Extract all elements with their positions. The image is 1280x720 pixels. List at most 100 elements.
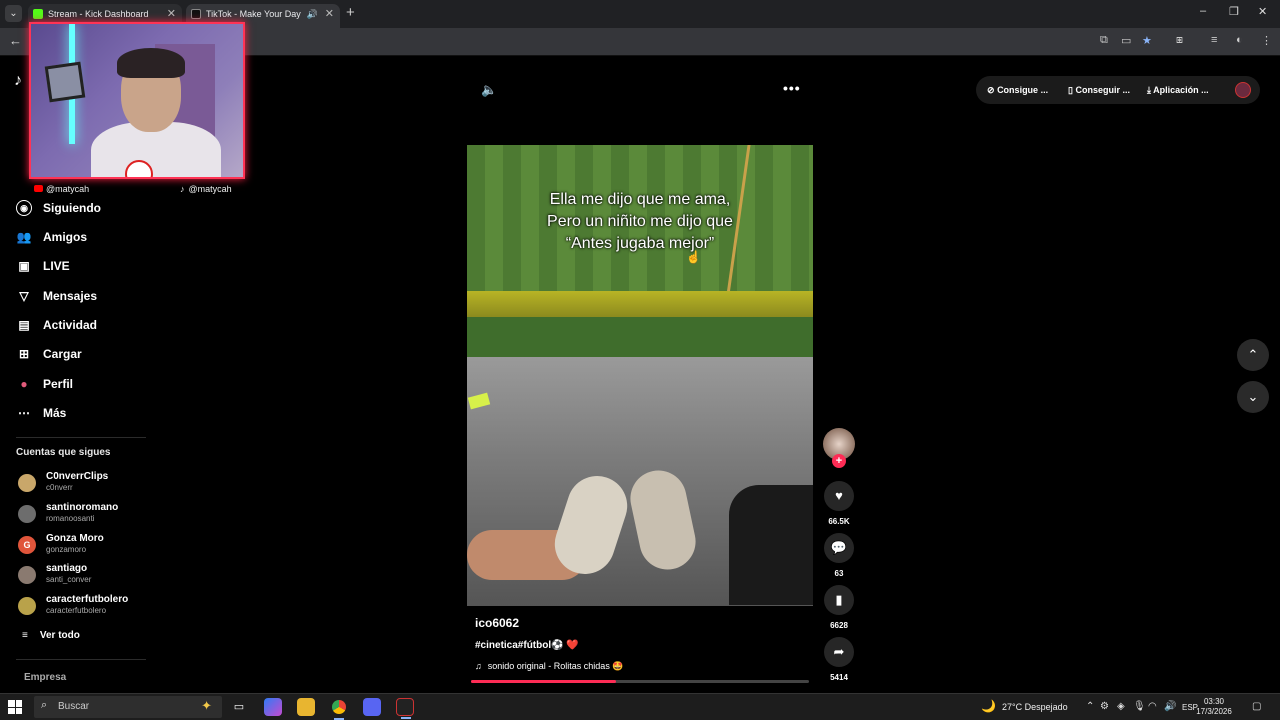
account-name: santiago [46,563,88,574]
phone-icon: ▯ [1068,85,1073,95]
sidebar-item-label: Perfil [43,377,74,391]
following-accounts-title: Cuentas que sigues [16,447,111,458]
weather-moon-icon: 🌙 [981,699,996,713]
tray-app-icon[interactable]: ⚙ [1100,701,1109,712]
sparkle-icon: ✦ [201,698,212,713]
sidebar-item-activity[interactable]: ▤ Actividad [16,316,97,334]
weather-text[interactable]: 27°C Despejado [1002,702,1068,712]
button-label: Consigue ... [997,85,1049,95]
sound-label: sonido original - Rolitas chidas 🤩 [487,661,624,671]
discord-icon[interactable] [363,698,381,716]
webcam-overlay [29,22,245,179]
sidebar-item-label: Cargar [43,347,82,361]
close-tab-icon[interactable]: ✕ [325,4,334,24]
kick-icon [33,9,43,19]
progress-fill [471,680,617,683]
tab-label: Stream - Kick Dashboard [48,9,149,19]
sidebar-item-following[interactable]: ◉ Siguiendo [16,199,101,217]
comment-count: 63 [834,569,844,578]
profile-avatar-icon[interactable]: ◐ [1236,34,1243,46]
task-view-icon[interactable]: ▭ [230,698,248,716]
notifications-icon[interactable]: ▢ [1252,701,1261,712]
save-button[interactable]: ▮ [824,585,854,615]
tray-chevron-icon[interactable]: ⌃ [1086,701,1094,712]
sidebar-item-live[interactable]: ▣ LIVE [16,257,69,275]
bookmark-star-icon[interactable]: ★ [1142,34,1152,47]
video-player[interactable]: Ella me dijo que me ama, Pero un niñito … [467,145,813,606]
file-explorer-icon[interactable] [297,698,315,716]
translate-icon[interactable]: ⧉ [1100,34,1108,47]
like-count: 66.5K [828,517,850,526]
share-button[interactable]: ➦ [824,637,854,667]
video-tags[interactable]: #cinetica#fútbol⚽ ❤️ [475,640,579,651]
tiktok-logo-icon[interactable]: ♪ [14,72,22,90]
volume-icon[interactable]: 🔈 [481,82,497,98]
video-author[interactable]: ico6062 [475,616,519,630]
music-note-icon: ♫ [475,661,482,671]
follow-plus-icon[interactable]: + [832,454,846,468]
save-count: 6628 [830,621,848,630]
sidebar-item-label: Mensajes [43,289,98,303]
copilot-icon[interactable] [264,698,282,716]
account-handle: caracterfutbolero [46,606,107,615]
share-icon: ➦ [833,644,845,659]
company-link[interactable]: Empresa [24,672,66,683]
sidebar-item-messages[interactable]: ▽ Mensajes [16,287,97,305]
sidebar-item-profile[interactable]: ● Perfil [16,375,73,393]
close-tab-icon[interactable]: ✕ [167,4,176,24]
see-all-button[interactable]: ≡ Ver todo [22,630,80,641]
minimize-button[interactable]: – [1200,5,1206,17]
coin-icon: ⊘ [987,85,995,95]
chrome-icon[interactable] [330,698,348,720]
live-icon: ▣ [18,259,30,273]
clock[interactable]: 03:30 17/3/2026 [1196,697,1232,717]
tray-network-app-icon[interactable]: ◈ [1117,701,1125,712]
close-window-button[interactable]: ✕ [1258,5,1267,18]
get-coins-button[interactable]: ⊘ Consigue ... [987,85,1048,96]
video-progress-bar[interactable] [471,680,809,683]
obs-icon[interactable] [396,698,414,719]
account-name: santinoromano [46,502,119,513]
account-handle: gonzamoro [46,545,87,554]
yellow-rail [467,291,813,317]
list-icon: ≡ [22,630,28,641]
more-options-icon[interactable]: ••• [783,80,801,96]
speaker-icon[interactable]: 🔊 [307,4,318,24]
next-video-button[interactable]: ⌄ [1237,381,1269,413]
extensions-icon[interactable]: ⧆ [1176,34,1183,47]
desktop-app-button[interactable]: ⤓ Aplicación ... [1147,85,1209,96]
reading-list-icon[interactable]: ≡ [1211,34,1217,46]
search-icon: ⌕ [41,699,48,711]
avatar [18,597,36,615]
account-handle: romanoosanti [46,514,95,523]
sidebar-item-more[interactable]: ⋯ Más [16,404,66,422]
cast-icon[interactable]: ▭ [1121,34,1131,47]
comment-button[interactable]: 💬 [824,533,854,563]
comment-icon: 💬 [830,540,848,555]
clock-date: 17/3/2026 [1196,707,1232,716]
sidebar-item-upload[interactable]: ⊞ Cargar [16,345,82,363]
see-all-label: Ver todo [39,630,80,641]
previous-video-button[interactable]: ⌃ [1237,339,1269,371]
tab-search-icon[interactable]: ⌄ [5,5,22,22]
wifi-icon[interactable]: ◠ [1148,701,1157,712]
youtube-social: @matycah [34,184,89,194]
restore-button[interactable]: ❐ [1229,5,1239,18]
back-icon[interactable]: ← [9,33,22,48]
video-sound[interactable]: ♫ sonido original - Rolitas chidas 🤩 [475,661,624,672]
sidebar-item-friends[interactable]: 👥 Amigos [16,228,88,246]
microphone-icon[interactable]: 🎙 [1133,701,1146,712]
sidebar-item-label: Actividad [43,318,98,332]
get-app-button[interactable]: ▯ Conseguir ... [1068,85,1130,96]
like-button[interactable]: ♥ [824,481,854,511]
user-avatar[interactable] [1235,82,1251,98]
hand-cursor-icon: ☝ [686,250,701,264]
kebab-menu-icon[interactable]: ⋮ [1261,34,1272,47]
new-tab-button[interactable]: + [346,4,355,21]
social-handle: @matycah [46,184,90,194]
sidebar-item-label: Más [43,406,67,420]
taskbar-search[interactable]: ⌕ Buscar ✦ [34,696,222,718]
volume-tray-icon[interactable]: 🔊 [1164,701,1176,712]
tab-label: TikTok - Make Your Day [206,9,301,19]
windows-start-icon[interactable] [8,700,22,714]
